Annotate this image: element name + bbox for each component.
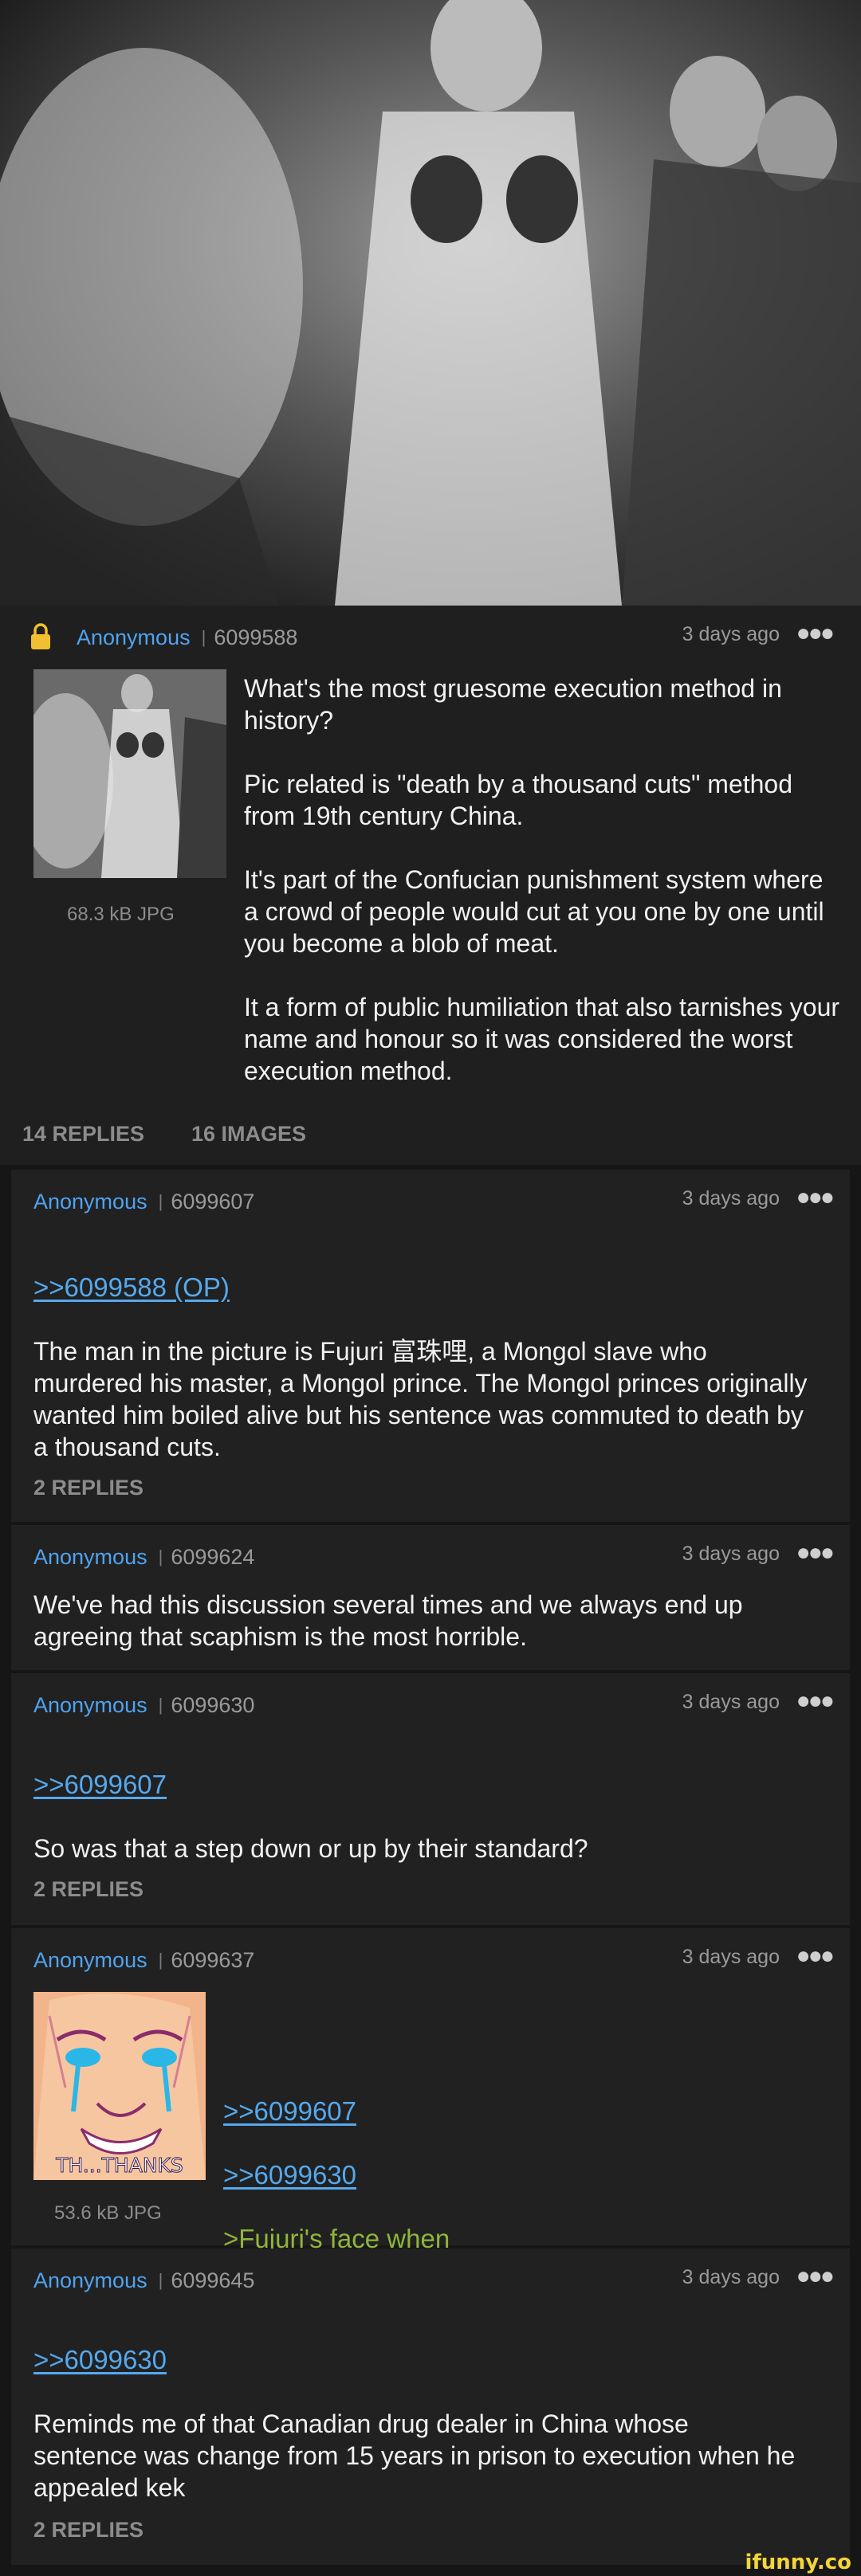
replies-count[interactable]: 2 REPLIES: [33, 1476, 144, 1500]
op-text: What's the most gruesome execution metho…: [244, 674, 840, 1085]
author-name[interactable]: Anonymous: [77, 625, 191, 650]
post-id[interactable]: 6099630: [171, 1693, 254, 1718]
reply-text: Reminds me of that Canadian drug dealer …: [33, 2409, 796, 2502]
meta-divider: |: [158, 1695, 163, 1715]
timestamp: 3 days ago: [682, 2266, 780, 2288]
more-dots-icon[interactable]: ●●●: [796, 1943, 835, 1970]
quote-link[interactable]: >>6099630: [223, 2159, 829, 2191]
post-id[interactable]: 6099645: [171, 2268, 254, 2293]
post-meta: Anonymous | 6099624: [33, 1541, 254, 1573]
post-meta: Anonymous | 6099588: [77, 621, 297, 653]
replies-count[interactable]: 2 REPLIES: [33, 1877, 144, 1902]
op-post: Anonymous | 6099588 3 days ago ●●● 68.3 …: [0, 606, 861, 1165]
reply-post: Anonymous | 6099630 3 days ago ●●● >>609…: [11, 1673, 850, 1925]
meta-divider: |: [158, 2270, 163, 2290]
more-dots-icon[interactable]: ●●●: [796, 2263, 835, 2290]
meta-divider: |: [158, 1950, 163, 1970]
reply-post: Anonymous | 6099624 3 days ago ●●● We've…: [11, 1525, 850, 1670]
watermark-logo: ifunny.co: [745, 2551, 851, 2574]
reaction-image-thumbnail[interactable]: TH...THANKS: [33, 1992, 206, 2180]
op-photo[interactable]: [0, 0, 861, 606]
post-id[interactable]: 6099588: [214, 625, 297, 650]
more-dots-icon[interactable]: ●●●: [796, 620, 835, 647]
image-size: 53.6 kB JPG: [54, 2202, 162, 2224]
quote-link[interactable]: >>6099588 (OP): [33, 1272, 823, 1304]
author-name[interactable]: Anonymous: [33, 2268, 147, 2293]
post-meta: Anonymous | 6099637: [33, 1944, 254, 1976]
post-id[interactable]: 6099637: [171, 1948, 254, 1973]
image-size: 68.3 kB JPG: [67, 904, 175, 925]
post-id[interactable]: 6099607: [171, 1190, 254, 1214]
timestamp: 3 days ago: [682, 623, 780, 645]
lock-icon: [31, 623, 50, 649]
post-meta: Anonymous | 6099607: [33, 1186, 254, 1217]
replies-count[interactable]: 14 REPLIES: [22, 1122, 144, 1147]
more-dots-icon[interactable]: ●●●: [796, 1688, 835, 1715]
post-meta: Anonymous | 6099645: [33, 2264, 254, 2296]
quote-link[interactable]: >>6099607: [223, 2096, 829, 2127]
timestamp: 3 days ago: [682, 1946, 780, 1968]
author-name[interactable]: Anonymous: [33, 1693, 147, 1718]
reply-text: The man in the picture is Fujuri 富珠哩, a …: [33, 1337, 808, 1461]
timestamp: 3 days ago: [682, 1187, 780, 1210]
meta-divider: |: [158, 1547, 163, 1566]
meta-divider: |: [201, 627, 206, 647]
post-meta: Anonymous | 6099630: [33, 1689, 254, 1721]
meta-divider: |: [158, 1191, 163, 1211]
reply-text: So was that a step down or up by their s…: [33, 1834, 588, 1863]
timestamp: 3 days ago: [682, 1691, 780, 1713]
replies-count[interactable]: 2 REPLIES: [33, 2518, 144, 2543]
reply-post: Anonymous | 6099645 3 days ago ●●● >>609…: [11, 2249, 850, 2565]
images-count[interactable]: 16 IMAGES: [191, 1122, 306, 1147]
reply-post: Anonymous | 6099637 3 days ago ●●● TH...…: [11, 1928, 850, 2253]
op-thumbnail[interactable]: [33, 669, 226, 878]
more-dots-icon[interactable]: ●●●: [796, 1184, 835, 1211]
author-name[interactable]: Anonymous: [33, 1190, 147, 1214]
quote-link[interactable]: >>6099607: [33, 1769, 823, 1801]
post-id[interactable]: 6099624: [171, 1545, 254, 1570]
author-name[interactable]: Anonymous: [33, 1545, 147, 1570]
image-caption: TH...THANKS: [56, 2154, 184, 2178]
author-name[interactable]: Anonymous: [33, 1948, 147, 1973]
timestamp: 3 days ago: [682, 1543, 780, 1565]
reply-post: Anonymous | 6099607 3 days ago ●●● >>609…: [11, 1170, 850, 1522]
reply-text: We've had this discussion several times …: [33, 1590, 743, 1651]
more-dots-icon[interactable]: ●●●: [796, 1539, 835, 1566]
quote-link[interactable]: >>6099630: [33, 2344, 799, 2376]
